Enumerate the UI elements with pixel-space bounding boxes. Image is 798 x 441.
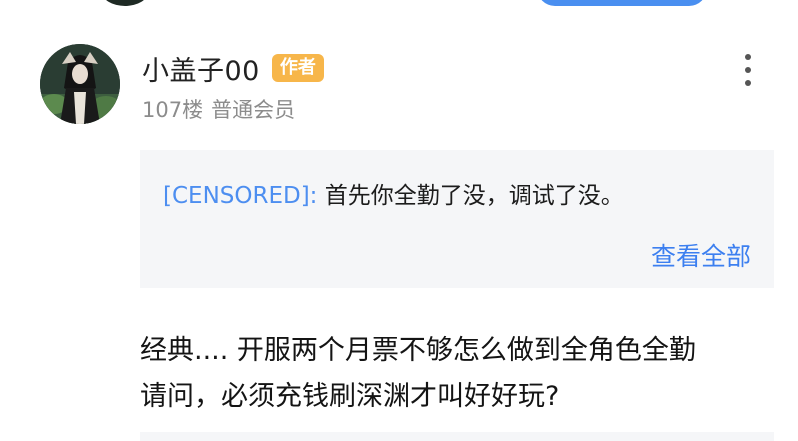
view-all-link[interactable]: 查看全部	[651, 237, 751, 273]
more-dot	[745, 80, 751, 86]
more-dot	[745, 67, 751, 73]
quoted-reply[interactable]: [CENSORED]: 首先你全勤了没，调试了没。 查看全部	[140, 150, 774, 288]
post-body-line: 经典.... 开服两个月票不够怎么做到全角色全勤	[140, 335, 696, 366]
author-badge: 作者	[271, 54, 324, 82]
user-header: 小盖子00 作者	[142, 49, 324, 88]
next-quoted-block[interactable]	[140, 432, 774, 441]
post-meta: 107楼 普通会员	[142, 94, 295, 124]
post-body-line: 请问，必须充钱刷深渊才叫好好玩?	[140, 381, 560, 412]
username[interactable]: 小盖子00	[142, 49, 260, 88]
avatar[interactable]	[40, 44, 120, 124]
quote-text: 首先你全勤了没，调试了没。	[324, 183, 624, 209]
floor-number: 107楼	[142, 98, 204, 122]
more-dot	[745, 54, 751, 60]
previous-post-button[interactable]	[537, 0, 707, 6]
previous-post-avatar[interactable]	[102, 0, 148, 6]
quote-line: [CENSORED]: 首先你全勤了没，调试了没。	[163, 176, 624, 210]
post-page: 小盖子00 作者 107楼 普通会员 [CENSORED]: 首先你全勤了没，调…	[0, 0, 798, 441]
quote-author[interactable]: [CENSORED]:	[163, 183, 317, 209]
post-body: 经典.... 开服两个月票不够怎么做到全角色全勤 请问，必须充钱刷深渊才叫好好玩…	[140, 328, 780, 420]
member-level: 普通会员	[211, 98, 296, 122]
more-vertical-icon[interactable]	[737, 54, 759, 86]
